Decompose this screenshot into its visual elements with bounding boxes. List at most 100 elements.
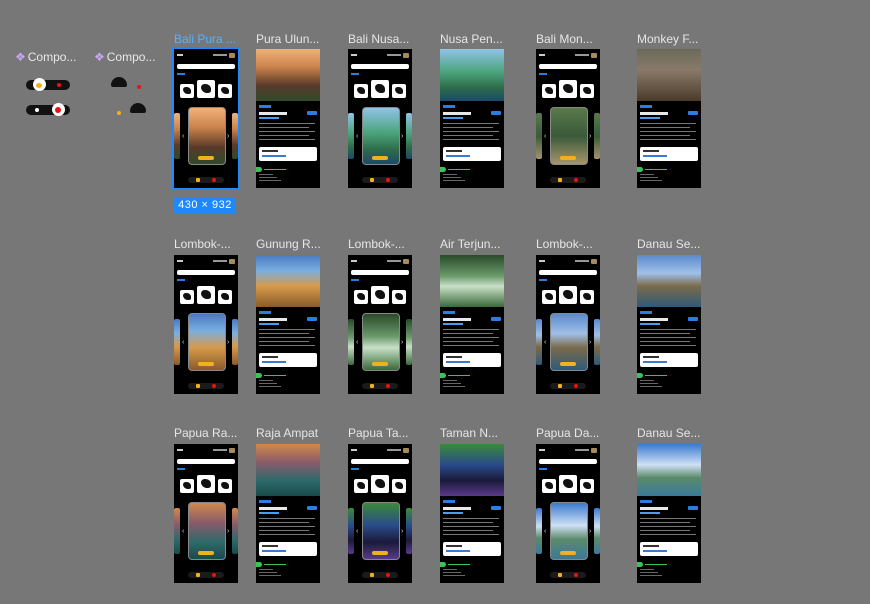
avatar[interactable] <box>591 448 597 453</box>
artboard-frame[interactable] <box>440 444 504 583</box>
frame-title[interactable]: Taman N... <box>440 426 506 440</box>
map-chip[interactable] <box>307 111 317 115</box>
bottom-nav[interactable] <box>550 383 586 389</box>
search-input[interactable] <box>177 270 235 275</box>
explore-button[interactable] <box>198 156 214 160</box>
artboard-frame[interactable] <box>637 49 701 188</box>
heart-icon[interactable] <box>574 178 578 182</box>
back-tab[interactable] <box>256 373 262 378</box>
island-option[interactable] <box>354 84 368 98</box>
avatar[interactable] <box>229 259 235 264</box>
explore-button[interactable] <box>560 156 576 160</box>
chevron-right-icon[interactable]: › <box>589 133 591 140</box>
island-option-selected[interactable] <box>559 286 577 304</box>
island-selector[interactable] <box>180 80 232 102</box>
frame-title[interactable]: Bali Nusa... <box>348 32 414 46</box>
home-icon[interactable] <box>558 573 562 577</box>
island-option-selected[interactable] <box>371 475 389 493</box>
explore-button[interactable] <box>198 362 214 366</box>
artboard-frame[interactable] <box>256 255 320 394</box>
artboard-frame[interactable]: ‹ › <box>348 444 412 583</box>
island-selector[interactable] <box>180 286 232 308</box>
island-selector[interactable] <box>542 286 594 308</box>
search-input[interactable] <box>539 64 597 69</box>
frame-title[interactable]: Pura Ulun... <box>256 32 322 46</box>
frame-title[interactable]: Bali Mon... <box>536 32 602 46</box>
artboard-frame[interactable] <box>440 49 504 188</box>
island-option-selected[interactable] <box>197 80 215 98</box>
home-icon[interactable] <box>370 384 374 388</box>
search-input[interactable] <box>177 459 235 464</box>
bottom-nav[interactable] <box>362 383 398 389</box>
home-icon[interactable] <box>370 178 374 182</box>
island-option[interactable] <box>392 479 406 493</box>
island-option[interactable] <box>392 84 406 98</box>
home-icon[interactable] <box>370 573 374 577</box>
back-tab[interactable] <box>440 562 446 567</box>
island-selector[interactable] <box>180 475 232 497</box>
search-input[interactable] <box>351 270 409 275</box>
back-tab[interactable] <box>637 167 643 172</box>
bottom-nav[interactable] <box>550 572 586 578</box>
toggle-dark-1[interactable] <box>26 78 70 91</box>
heart-icon[interactable] <box>574 384 578 388</box>
chevron-left-icon[interactable]: ‹ <box>356 339 358 346</box>
chevron-right-icon[interactable]: › <box>401 528 403 535</box>
back-tab[interactable] <box>637 562 643 567</box>
artboard-frame[interactable]: ‹ › <box>172 47 240 190</box>
chevron-right-icon[interactable]: › <box>589 339 591 346</box>
map-chip[interactable] <box>688 317 698 321</box>
chevron-left-icon[interactable]: ‹ <box>182 339 184 346</box>
frame-title[interactable]: Papua Ra... <box>174 426 240 440</box>
island-selector[interactable] <box>354 286 406 308</box>
bottom-nav[interactable] <box>550 177 586 183</box>
artboard-frame[interactable] <box>440 255 504 394</box>
map-chip[interactable] <box>688 506 698 510</box>
bottom-nav[interactable] <box>188 383 224 389</box>
artboard-frame[interactable]: ‹ › <box>174 255 238 394</box>
bottom-nav[interactable] <box>188 572 224 578</box>
home-icon[interactable] <box>558 178 562 182</box>
chevron-left-icon[interactable]: ‹ <box>182 133 184 140</box>
map-chip[interactable] <box>491 111 501 115</box>
island-option[interactable] <box>392 290 406 304</box>
map-chip[interactable] <box>307 317 317 321</box>
frame-title[interactable]: Gunung R... <box>256 237 322 251</box>
bottom-nav[interactable] <box>362 177 398 183</box>
bottom-nav[interactable] <box>362 572 398 578</box>
chevron-left-icon[interactable]: ‹ <box>544 133 546 140</box>
toggle-dark-2[interactable] <box>26 103 70 116</box>
island-selector[interactable] <box>542 475 594 497</box>
avatar[interactable] <box>403 448 409 453</box>
home-icon[interactable] <box>196 384 200 388</box>
search-input[interactable] <box>539 270 597 275</box>
explore-button[interactable] <box>560 362 576 366</box>
island-option-selected[interactable] <box>197 475 215 493</box>
home-icon[interactable] <box>196 573 200 577</box>
explore-button[interactable] <box>372 156 388 160</box>
artboard-frame[interactable]: ‹ › <box>174 444 238 583</box>
artboard-frame[interactable]: ‹ › <box>348 49 412 188</box>
chevron-left-icon[interactable]: ‹ <box>182 528 184 535</box>
island-selector[interactable] <box>542 80 594 102</box>
search-input[interactable] <box>351 459 409 464</box>
search-input[interactable] <box>539 459 597 464</box>
back-tab[interactable] <box>256 562 262 567</box>
island-option[interactable] <box>580 290 594 304</box>
explore-button[interactable] <box>198 551 214 555</box>
component-label-1[interactable]: ❖ Compo... <box>15 50 76 64</box>
island-option[interactable] <box>218 479 232 493</box>
chevron-left-icon[interactable]: ‹ <box>356 528 358 535</box>
heart-icon[interactable] <box>386 178 390 182</box>
frame-title[interactable]: Lombok-... <box>536 237 602 251</box>
island-option[interactable] <box>542 84 556 98</box>
island-option[interactable] <box>542 479 556 493</box>
island-option[interactable] <box>180 84 194 98</box>
explore-button[interactable] <box>372 551 388 555</box>
back-tab[interactable] <box>440 167 446 172</box>
component-label-2[interactable]: ❖ Compo... <box>94 50 155 64</box>
frame-title[interactable]: Papua Da... <box>536 426 602 440</box>
island-option[interactable] <box>218 290 232 304</box>
frame-title[interactable]: Air Terjun... <box>440 237 506 251</box>
island-option[interactable] <box>218 84 232 98</box>
